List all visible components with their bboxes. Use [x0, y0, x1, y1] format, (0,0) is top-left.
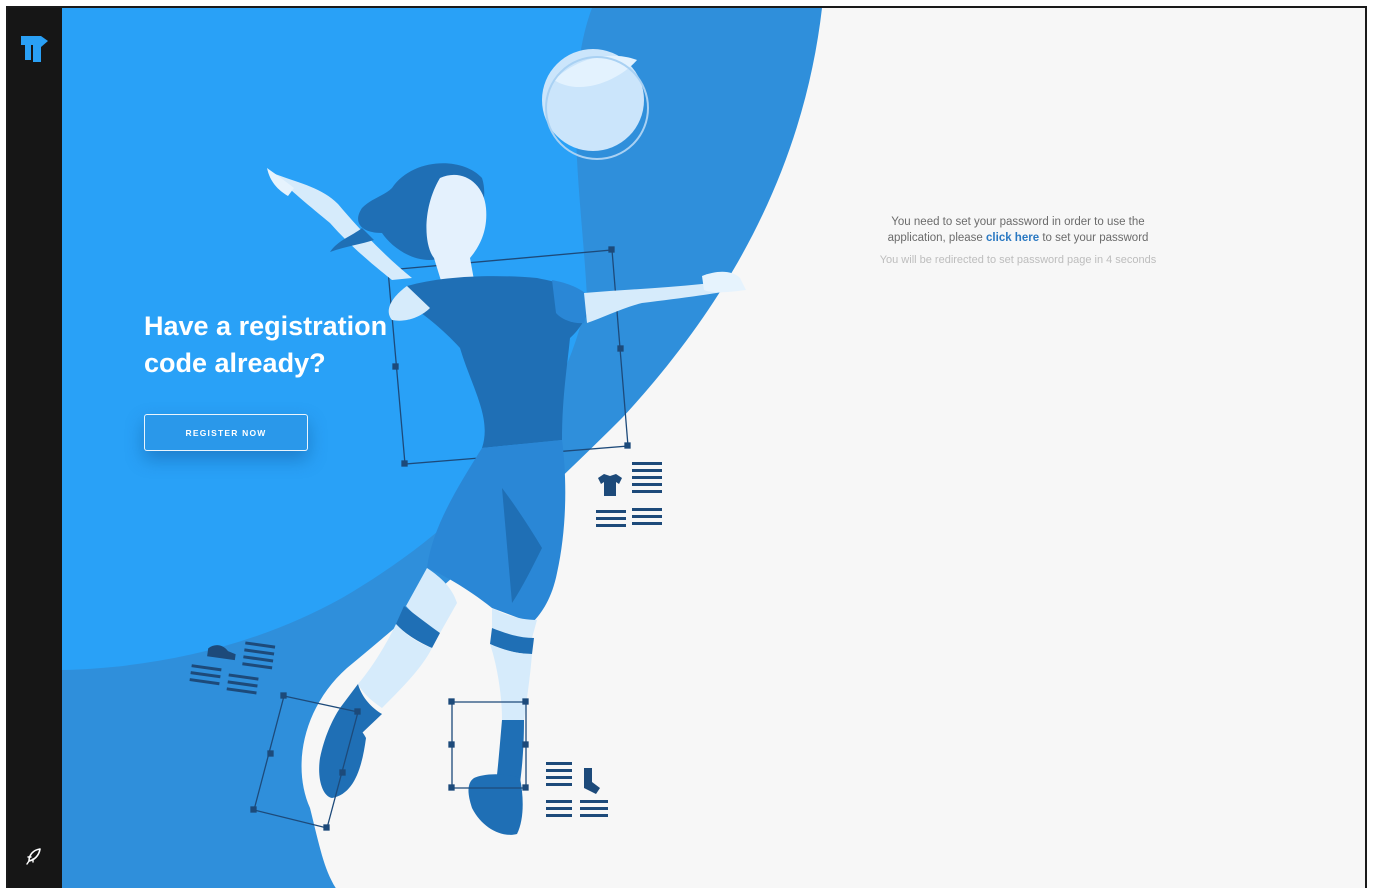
notice-text-before: application, please: [887, 232, 983, 244]
hero-title-line1: Have a registration: [144, 311, 388, 341]
set-password-message: You need to set your password in order t…: [828, 214, 1208, 266]
hero-title: Have a registration code already?: [144, 308, 444, 382]
redirect-countdown-text: You will be redirected to set password p…: [879, 254, 1157, 266]
rocket-icon[interactable]: [24, 846, 44, 866]
notice-text-after: to set your password: [1042, 232, 1149, 244]
hero-title-line2: code already?: [144, 348, 326, 378]
set-password-notice: You need to set your password in order t…: [828, 214, 1208, 246]
app-logo-icon[interactable]: [21, 36, 51, 62]
app-window: Have a registration code already? REGIST…: [6, 6, 1367, 888]
register-now-button[interactable]: REGISTER NOW: [144, 414, 308, 451]
sock-info-icon: [546, 762, 608, 817]
notice-text-line1: You need to set your password in order t…: [891, 216, 1145, 228]
sidebar: [8, 8, 62, 888]
tshirt-info-icon: [596, 462, 662, 527]
click-here-link[interactable]: click here: [986, 232, 1039, 244]
